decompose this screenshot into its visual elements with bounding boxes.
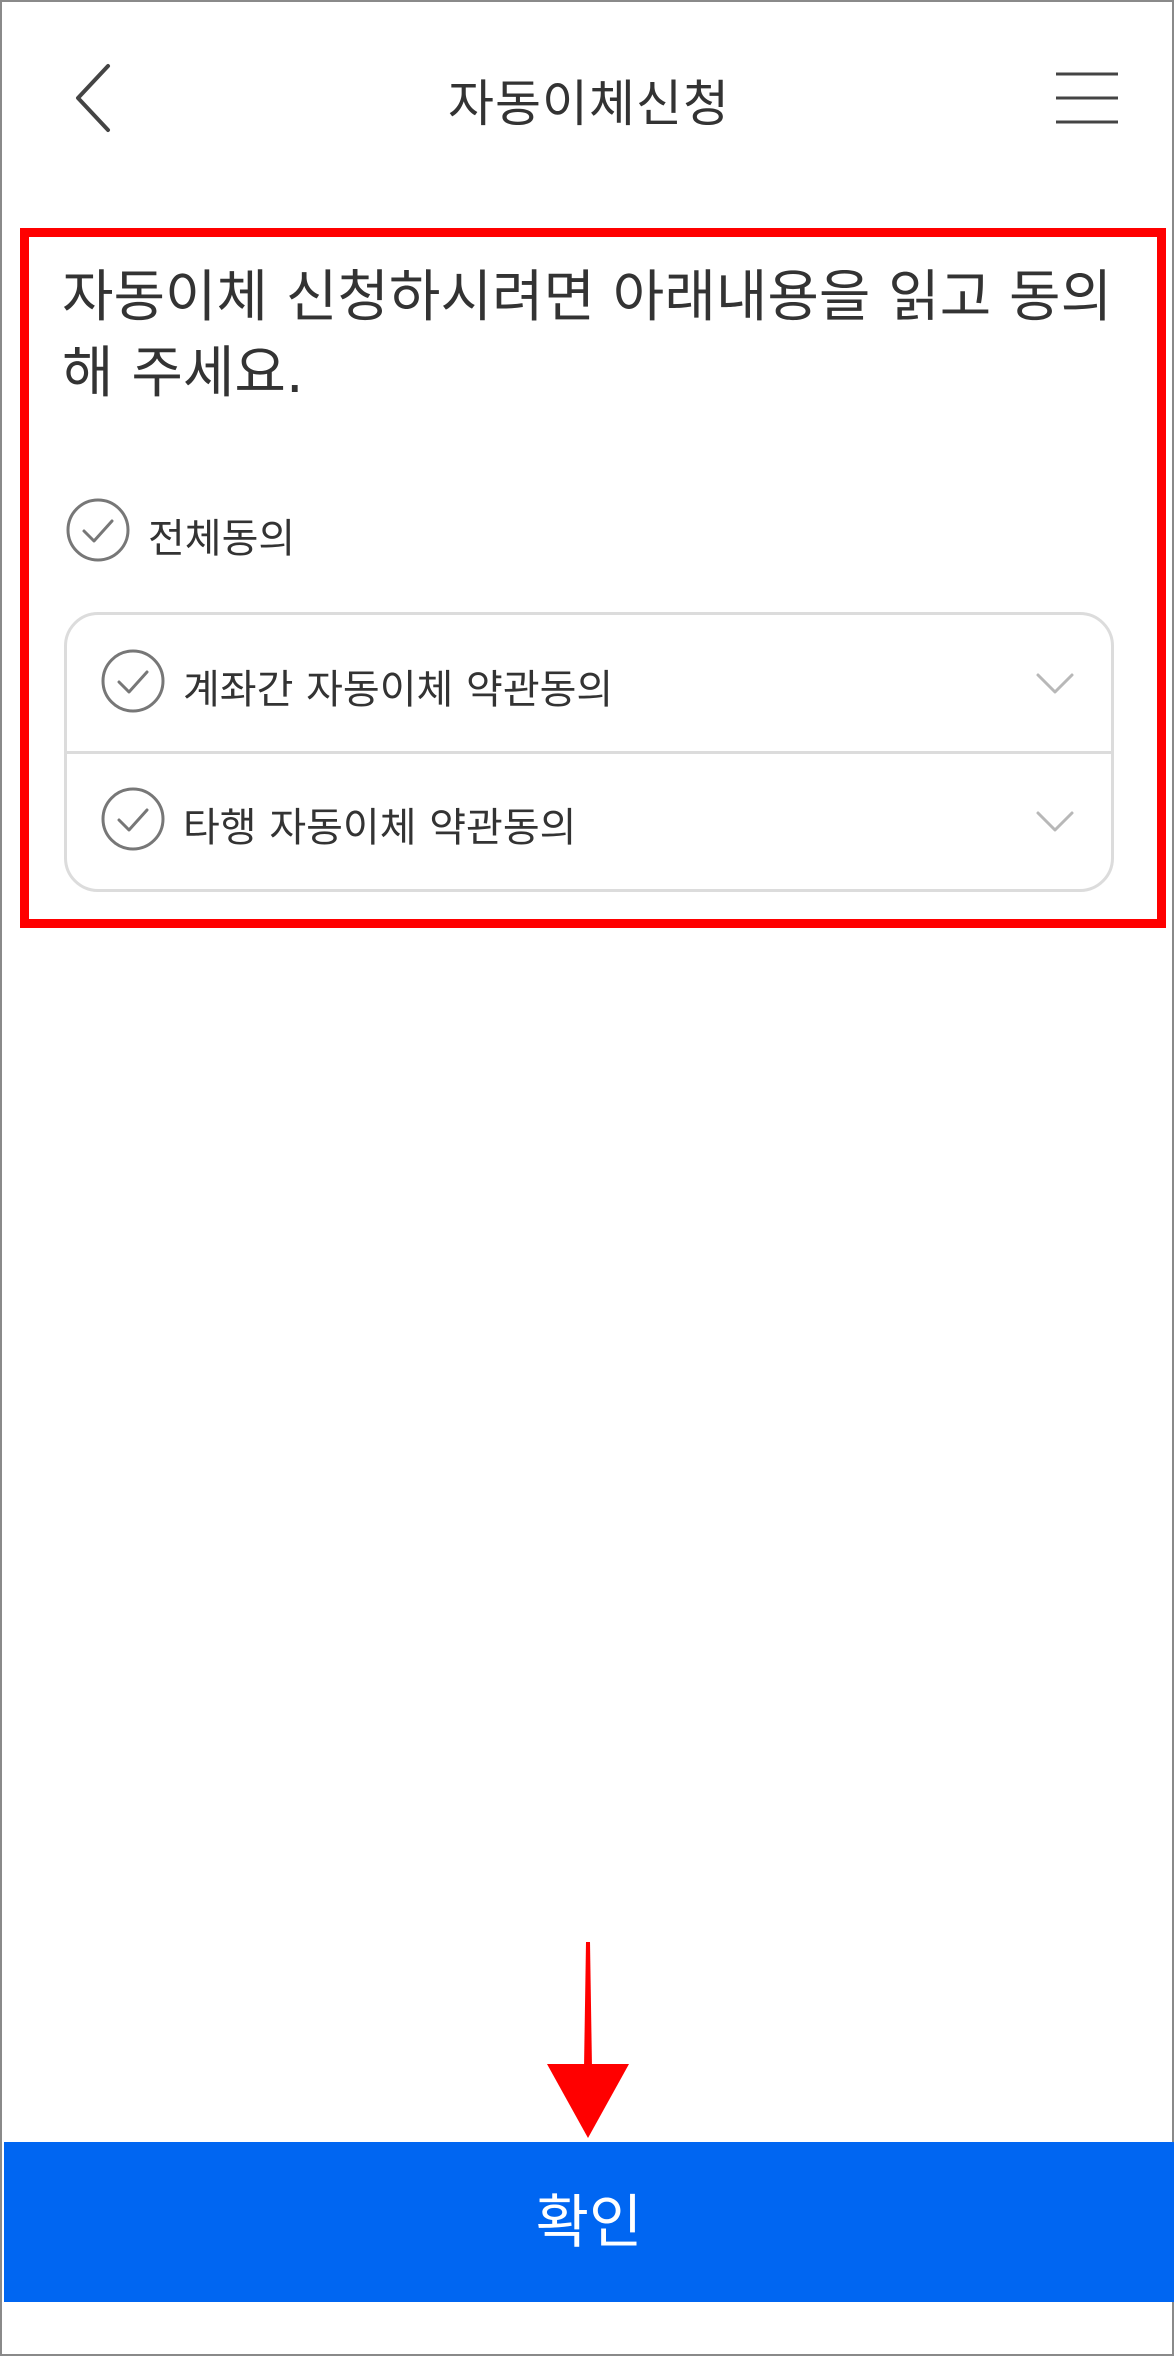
check-circle-icon bbox=[101, 787, 165, 851]
term-label: 타행 자동이체 약관동의 bbox=[183, 805, 577, 851]
terms-list: 계좌간 자동이체 약관동의 타행 자동이체 약관동의 bbox=[64, 612, 1114, 892]
confirm-button[interactable]: 확인 bbox=[4, 2142, 1174, 2302]
chevron-down-icon[interactable] bbox=[1035, 671, 1075, 697]
check-circle-icon bbox=[101, 649, 165, 713]
chevron-down-icon[interactable] bbox=[1035, 809, 1075, 835]
instruction-text: 자동이체 신청하시려면 아래내용을 읽고 동의해 주세요. bbox=[62, 265, 1113, 406]
check-circle-icon bbox=[66, 498, 130, 562]
header: 자동이체신청 bbox=[2, 2, 1174, 202]
term-label: 계좌간 자동이체 약관동의 bbox=[183, 667, 614, 713]
page-title: 자동이체신청 bbox=[448, 75, 730, 133]
hamburger-menu-icon bbox=[1056, 72, 1118, 124]
term-item-other-bank[interactable]: 타행 자동이체 약관동의 bbox=[67, 753, 1111, 889]
all-agree-checkbox[interactable]: 전체동의 bbox=[66, 498, 466, 566]
app-frame: 자동이체신청 자동이체 신청하시려면 아래내용을 읽고 동의해 주세요. 전체동… bbox=[0, 0, 1174, 2356]
all-agree-label: 전체동의 bbox=[148, 516, 296, 562]
arrow-down-annotation-icon bbox=[547, 1942, 629, 2138]
menu-button[interactable] bbox=[1052, 68, 1122, 128]
term-item-account-transfer[interactable]: 계좌간 자동이체 약관동의 bbox=[67, 615, 1111, 754]
